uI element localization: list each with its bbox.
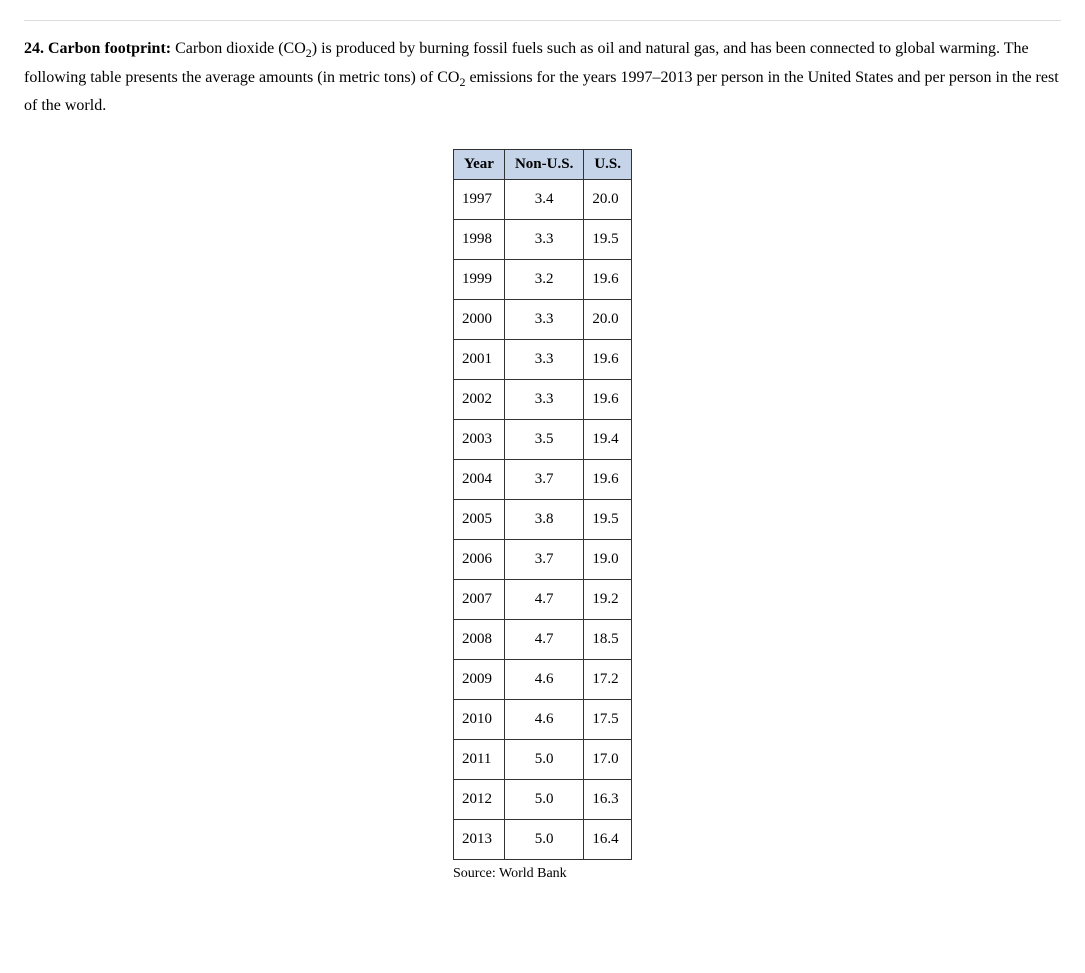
cell-us: 19.6 xyxy=(584,460,632,500)
cell-nonus: 5.0 xyxy=(504,740,583,780)
cell-us: 19.5 xyxy=(584,220,632,260)
cell-nonus: 4.7 xyxy=(504,620,583,660)
cell-year: 2012 xyxy=(453,780,504,820)
cell-year: 2004 xyxy=(453,460,504,500)
cell-year: 2008 xyxy=(453,620,504,660)
cell-us: 19.6 xyxy=(584,260,632,300)
cell-year: 2011 xyxy=(453,740,504,780)
table-source: Source: World Bank xyxy=(453,866,632,882)
cell-nonus: 4.6 xyxy=(504,660,583,700)
table-row: 20023.319.6 xyxy=(453,380,631,420)
cell-nonus: 3.7 xyxy=(504,460,583,500)
cell-year: 2003 xyxy=(453,420,504,460)
cell-year: 1998 xyxy=(453,220,504,260)
problem-number: 24. xyxy=(24,40,44,57)
cell-year: 2013 xyxy=(453,820,504,860)
table-row: 20084.718.5 xyxy=(453,620,631,660)
table-row: 20094.617.2 xyxy=(453,660,631,700)
cell-year: 2010 xyxy=(453,700,504,740)
table-row: 19973.420.0 xyxy=(453,180,631,220)
table-header-row: Year Non-U.S. U.S. xyxy=(453,150,631,180)
cell-nonus: 3.3 xyxy=(504,380,583,420)
cell-nonus: 3.2 xyxy=(504,260,583,300)
cell-us: 19.6 xyxy=(584,340,632,380)
cell-nonus: 3.4 xyxy=(504,180,583,220)
cell-nonus: 4.7 xyxy=(504,580,583,620)
cell-year: 2000 xyxy=(453,300,504,340)
table-row: 20043.719.6 xyxy=(453,460,631,500)
header-nonus: Non-U.S. xyxy=(504,150,583,180)
table-body: 19973.420.019983.319.519993.219.620003.3… xyxy=(453,180,631,860)
cell-nonus: 3.8 xyxy=(504,500,583,540)
table-row: 20074.719.2 xyxy=(453,580,631,620)
table-wrapper: Year Non-U.S. U.S. 19973.420.019983.319.… xyxy=(24,149,1061,882)
cell-nonus: 3.3 xyxy=(504,220,583,260)
cell-year: 2006 xyxy=(453,540,504,580)
cell-year: 1997 xyxy=(453,180,504,220)
top-divider xyxy=(24,20,1061,21)
table-row: 20135.016.4 xyxy=(453,820,631,860)
cell-us: 17.0 xyxy=(584,740,632,780)
cell-us: 20.0 xyxy=(584,300,632,340)
cell-year: 2005 xyxy=(453,500,504,540)
table-row: 20125.016.3 xyxy=(453,780,631,820)
cell-us: 19.2 xyxy=(584,580,632,620)
table-row: 19983.319.5 xyxy=(453,220,631,260)
cell-nonus: 5.0 xyxy=(504,820,583,860)
cell-us: 16.4 xyxy=(584,820,632,860)
table-row: 19993.219.6 xyxy=(453,260,631,300)
cell-us: 18.5 xyxy=(584,620,632,660)
table-row: 20104.617.5 xyxy=(453,700,631,740)
table-row: 20033.519.4 xyxy=(453,420,631,460)
table-row: 20013.319.6 xyxy=(453,340,631,380)
cell-nonus: 3.3 xyxy=(504,300,583,340)
header-year: Year xyxy=(453,150,504,180)
cell-us: 20.0 xyxy=(584,180,632,220)
cell-us: 19.0 xyxy=(584,540,632,580)
problem-text-1: Carbon dioxide (CO xyxy=(171,40,306,57)
table-row: 20053.819.5 xyxy=(453,500,631,540)
cell-us: 19.5 xyxy=(584,500,632,540)
cell-year: 2002 xyxy=(453,380,504,420)
cell-year: 2001 xyxy=(453,340,504,380)
cell-year: 2007 xyxy=(453,580,504,620)
cell-us: 16.3 xyxy=(584,780,632,820)
emissions-table: Year Non-U.S. U.S. 19973.420.019983.319.… xyxy=(453,149,632,860)
table-row: 20063.719.0 xyxy=(453,540,631,580)
cell-us: 17.2 xyxy=(584,660,632,700)
cell-year: 2009 xyxy=(453,660,504,700)
cell-nonus: 3.5 xyxy=(504,420,583,460)
cell-year: 1999 xyxy=(453,260,504,300)
cell-nonus: 5.0 xyxy=(504,780,583,820)
cell-us: 17.5 xyxy=(584,700,632,740)
cell-us: 19.4 xyxy=(584,420,632,460)
cell-us: 19.6 xyxy=(584,380,632,420)
cell-nonus: 4.6 xyxy=(504,700,583,740)
problem-statement: 24. Carbon footprint: Carbon dioxide (CO… xyxy=(24,35,1061,119)
problem-title: Carbon footprint: xyxy=(48,40,171,57)
table-container: Year Non-U.S. U.S. 19973.420.019983.319.… xyxy=(453,149,632,882)
cell-nonus: 3.3 xyxy=(504,340,583,380)
table-row: 20003.320.0 xyxy=(453,300,631,340)
table-row: 20115.017.0 xyxy=(453,740,631,780)
header-us: U.S. xyxy=(584,150,632,180)
cell-nonus: 3.7 xyxy=(504,540,583,580)
